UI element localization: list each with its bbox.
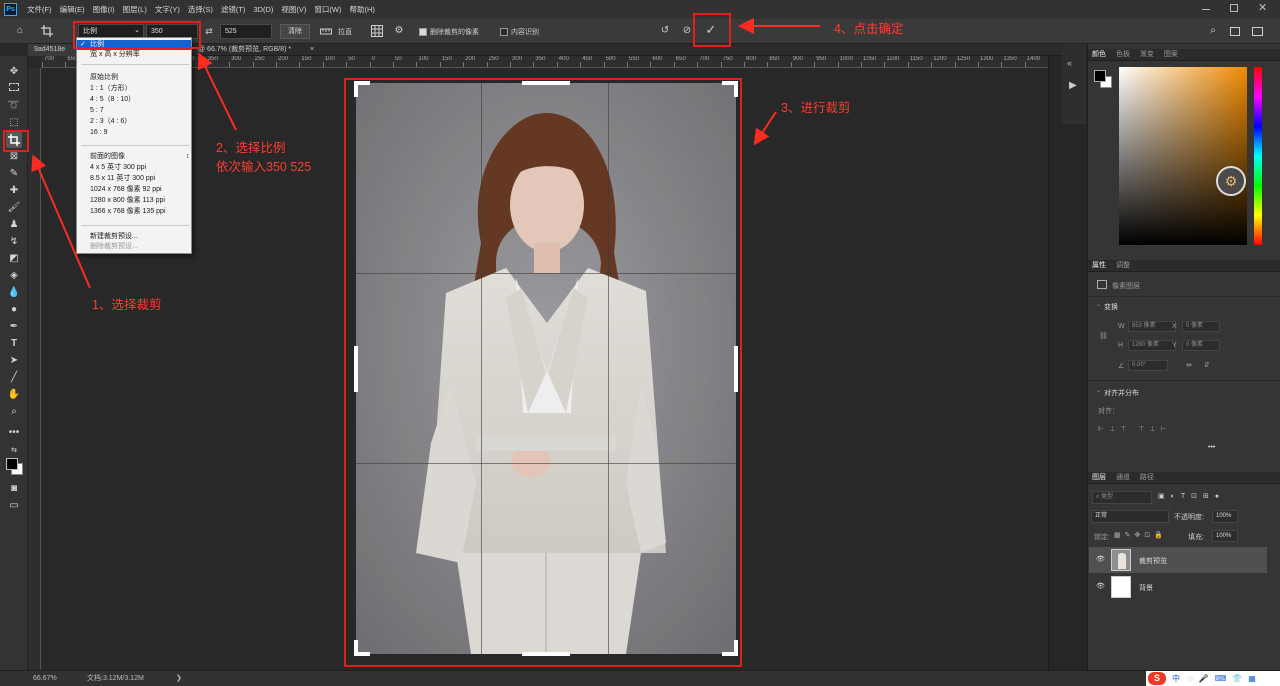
annotation-step2-line1: 2、选择比例 bbox=[216, 141, 286, 155]
annotation-step1: 1、选择裁剪 bbox=[92, 298, 162, 312]
annotation-arrows bbox=[31, 18, 820, 289]
annotation-step3: 3、进行裁剪 bbox=[781, 101, 851, 115]
annotation-step4: 4、点击确定 bbox=[834, 22, 904, 36]
panel-foreground-swatch[interactable] bbox=[1094, 70, 1106, 82]
annotation-step2-line2: 依次输入350 525 bbox=[216, 160, 312, 174]
foreground-color-swatch[interactable] bbox=[6, 458, 18, 470]
